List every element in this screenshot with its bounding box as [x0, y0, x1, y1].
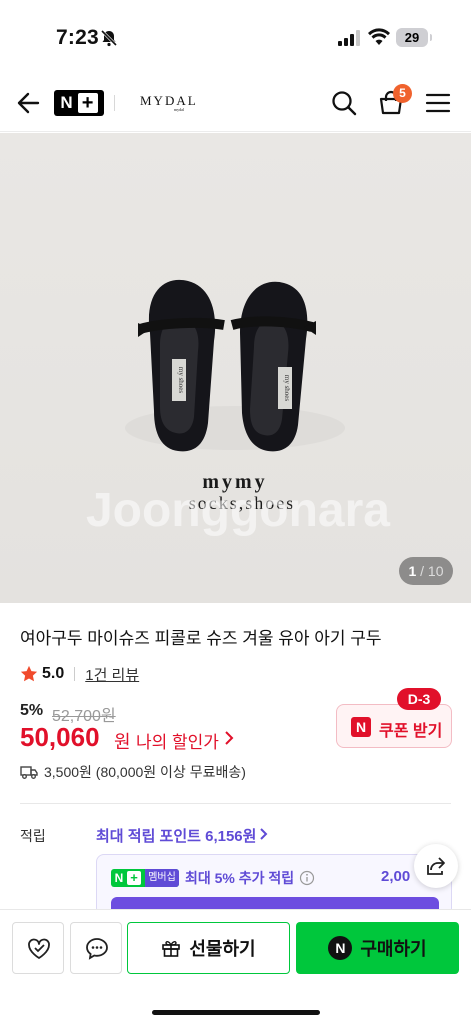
rating-value: 5.0 [42, 665, 65, 682]
buy-button[interactable]: N 구매하기 [296, 922, 459, 974]
shipping-row: 3,500원 (80,000원 이상 무료배송) [20, 762, 246, 782]
naver-pay-n-icon: N [328, 936, 353, 960]
heart-check-icon [28, 938, 50, 959]
buy-label: 구매하기 [360, 939, 427, 959]
sale-price: 50,060 [20, 722, 100, 752]
naver-n-glyph: N [60, 93, 73, 112]
search-icon[interactable] [330, 89, 358, 117]
menu-icon[interactable] [425, 91, 451, 115]
coupon-button[interactable]: N 쿠폰 받기 [336, 704, 452, 748]
talk-talk-button[interactable] [70, 922, 122, 974]
dday-badge: D-3 [397, 688, 441, 710]
status-time: 7:23 [56, 26, 99, 49]
watermark-text: Joonggonara [86, 484, 390, 537]
max-points-link[interactable]: 최대 적립 포인트 6,156원 [96, 825, 256, 846]
image-counter-total: / 10 [420, 563, 444, 579]
bell-off-icon [100, 29, 118, 47]
sale-price-unit: 원 [114, 732, 131, 752]
bottom-action-bar: 선물하기 N 구매하기 [0, 909, 471, 1024]
home-indicator [152, 1010, 320, 1015]
product-title: 여아구두 마이슈즈 피콜로 슈즈 겨울 유아 아기 구두 [20, 629, 382, 648]
shoe-label-right: my shoes [283, 375, 291, 402]
membership-extra-points: 최대 5% 추가 적립 [185, 870, 295, 886]
points-label: 적립 [20, 828, 46, 844]
share-icon [427, 857, 445, 875]
store-name: MYDAL [140, 93, 198, 108]
gift-button[interactable]: 선물하기 [127, 922, 290, 974]
chevron-right-icon[interactable] [258, 826, 270, 842]
app-header: N + MYDAL mydal 5 [0, 76, 471, 132]
coupon-label: 쿠폰 받기 [379, 723, 443, 740]
naver-plus-logo[interactable]: N + [54, 90, 104, 116]
store-logo[interactable]: MYDAL mydal [140, 93, 198, 112]
truck-icon [20, 766, 38, 779]
plus-glyph: + [77, 93, 98, 113]
cart-count-badge: 5 [393, 84, 412, 103]
image-counter: 1 / 10 [399, 557, 453, 585]
membership-tag: 멤버십 [145, 869, 179, 887]
wifi-icon [368, 28, 390, 45]
product-image-carousel[interactable]: my shoes my shoes mymy socks,shoes Joong… [0, 133, 471, 603]
header-divider [114, 95, 115, 111]
product-photo: my shoes my shoes mymy socks,shoes Joong… [86, 279, 390, 537]
gift-label: 선물하기 [189, 939, 256, 959]
star-icon [20, 665, 38, 682]
discount-rate: 5% [20, 702, 44, 719]
shipping-info: 3,500원 (80,000원 이상 무료배송) [44, 764, 246, 780]
gift-icon [162, 941, 181, 957]
my-discount-link[interactable]: 나의 할인가 [136, 728, 219, 753]
wishlist-button[interactable] [12, 922, 64, 974]
membership-plus: + [127, 871, 141, 885]
naver-n-icon: N [351, 717, 371, 737]
image-counter-current: 1 [408, 563, 417, 579]
shoe-label-left: my shoes [177, 367, 185, 394]
naver-plus-membership-logo: N + 멤버십 [111, 869, 179, 887]
review-count-link[interactable]: 1건 리뷰 [85, 664, 139, 685]
membership-n: N [114, 871, 124, 885]
membership-points-box: N + 멤버십 최대 5% 추가 적립 2,00 [96, 854, 452, 916]
store-sub: mydal [174, 107, 184, 112]
back-arrow-icon[interactable] [14, 89, 42, 117]
info-icon[interactable] [299, 870, 315, 886]
rating-row: 5.0 1건 리뷰 [20, 664, 139, 684]
rating-separator [74, 667, 76, 681]
signal-icon [338, 30, 360, 46]
battery-indicator: 29 [396, 28, 432, 47]
chat-bubble-icon [86, 938, 108, 960]
chevron-right-icon[interactable] [222, 729, 236, 747]
share-button[interactable] [414, 844, 458, 888]
status-bar: 7:23 29 [0, 0, 471, 76]
section-divider [20, 803, 451, 804]
membership-points-value: 2,00 [381, 868, 411, 885]
